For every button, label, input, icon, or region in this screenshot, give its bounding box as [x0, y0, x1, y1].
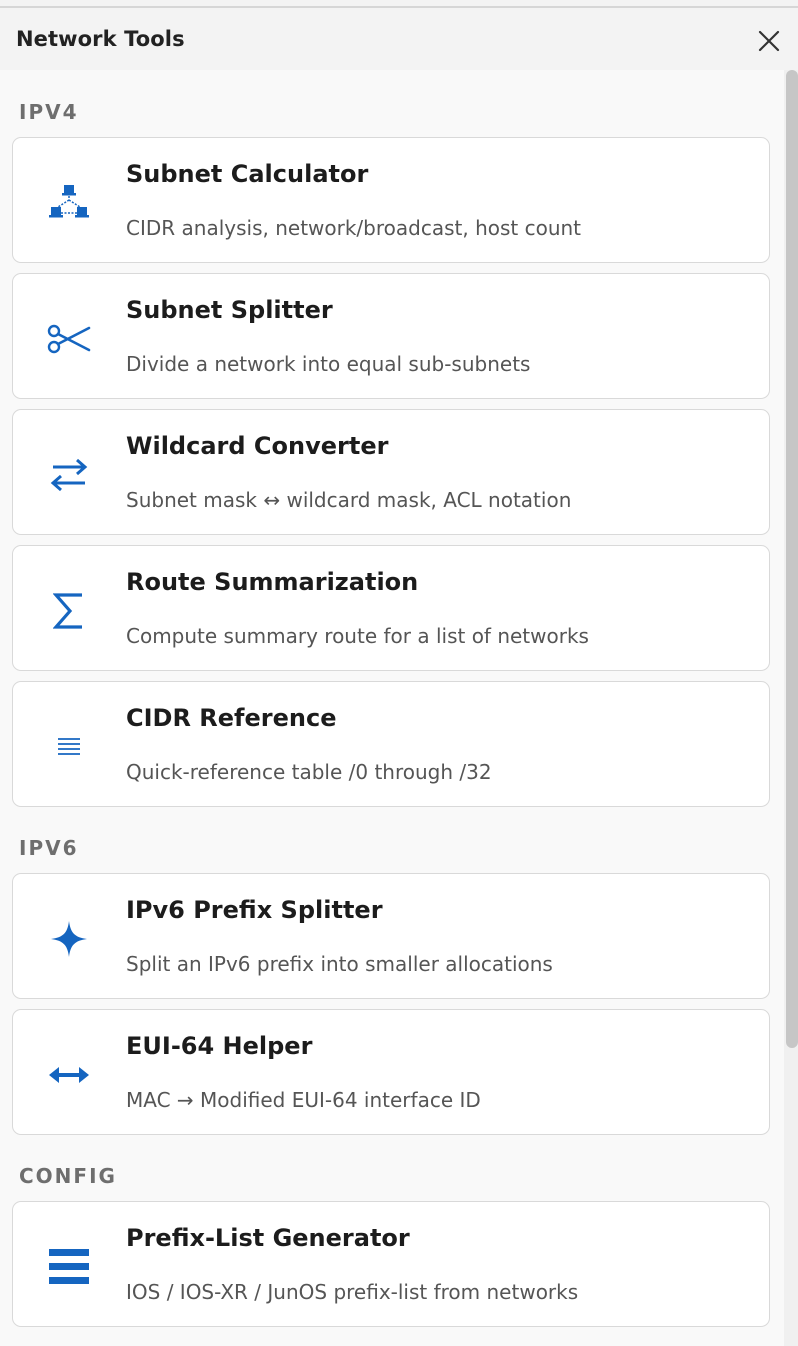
tool-card-description: Compute summary route for a list of netw…	[126, 624, 589, 648]
scrollbar-thumb[interactable]	[786, 70, 798, 1048]
tool-card-title: Wildcard Converter	[126, 432, 389, 460]
tool-card-route-summarization[interactable]: Route Summarization Compute summary rout…	[12, 545, 770, 671]
tool-card-description: Subnet mask ↔ wildcard mask, ACL notatio…	[126, 488, 572, 512]
tool-card-wildcard-converter[interactable]: Wildcard Converter Subnet mask ↔ wildcar…	[12, 409, 770, 535]
swap-arrows-icon	[45, 451, 93, 499]
scissors-icon	[45, 315, 93, 363]
tool-card-subnet-calculator[interactable]: Subnet Calculator CIDR analysis, network…	[12, 137, 770, 263]
menu-bars-icon	[45, 1243, 93, 1291]
tool-card-title: Subnet Calculator	[126, 160, 369, 188]
tool-card-subnet-splitter[interactable]: Subnet Splitter Divide a network into eq…	[12, 273, 770, 399]
tool-card-description: MAC → Modified EUI-64 interface ID	[126, 1088, 481, 1112]
tool-card-description: IOS / IOS-XR / JunOS prefix-list from ne…	[126, 1280, 579, 1304]
sigma-icon	[45, 587, 93, 635]
close-button[interactable]	[754, 27, 784, 57]
tool-card-description: CIDR analysis, network/broadcast, host c…	[126, 216, 582, 240]
panel-title: Network Tools	[16, 27, 185, 51]
tool-card-title: IPv6 Prefix Splitter	[126, 896, 383, 924]
double-arrow-icon	[45, 1051, 93, 1099]
tool-card-cidr-reference[interactable]: CIDR Reference Quick-reference table /0 …	[12, 681, 770, 807]
tool-card-title: Subnet Splitter	[126, 296, 333, 324]
lines-icon	[45, 723, 93, 771]
scrollbar[interactable]	[784, 70, 798, 1346]
tool-card-title: CIDR Reference	[126, 704, 337, 732]
section-label-config: CONFIG	[19, 1164, 117, 1188]
tool-card-description: Split an IPv6 prefix into smaller alloca…	[126, 952, 553, 976]
tool-card-title: Route Summarization	[126, 568, 419, 596]
tool-card-description: Divide a network into equal sub-subnets	[126, 352, 531, 376]
tool-card-ipv6-prefix-splitter[interactable]: IPv6 Prefix Splitter Split an IPv6 prefi…	[12, 873, 770, 999]
tool-list: IPV4 Subnet Calculator CIDR analysis, ne…	[0, 70, 784, 1346]
sparkle-icon	[45, 915, 93, 963]
top-border	[0, 0, 798, 8]
tool-card-title: Prefix-List Generator	[126, 1224, 410, 1252]
tool-card-title: EUI-64 Helper	[126, 1032, 313, 1060]
section-label-ipv6: IPV6	[19, 836, 79, 860]
network-topology-icon	[45, 179, 93, 227]
tool-card-eui64-helper[interactable]: EUI-64 Helper MAC → Modified EUI-64 inte…	[12, 1009, 770, 1135]
panel-header: Network Tools	[0, 10, 798, 70]
tool-card-prefix-list-generator[interactable]: Prefix-List Generator IOS / IOS-XR / Jun…	[12, 1201, 770, 1327]
section-label-ipv4: IPV4	[19, 100, 79, 124]
tool-card-description: Quick-reference table /0 through /32	[126, 760, 492, 784]
close-icon	[758, 30, 780, 52]
